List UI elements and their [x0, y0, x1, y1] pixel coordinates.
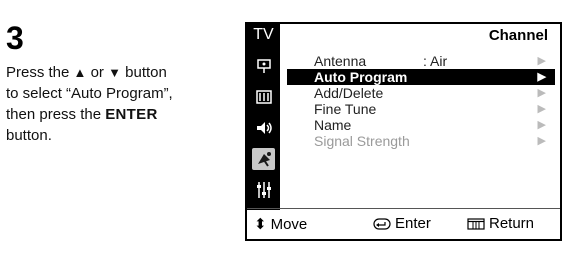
osd-footer: ⬍ Move Enter Return: [247, 208, 560, 239]
channel-satellite-icon[interactable]: [252, 148, 275, 170]
antenna-value: : Air: [423, 53, 448, 69]
menu-item-name[interactable]: Name ▶: [287, 117, 555, 133]
osd-sidebar: TV: [247, 24, 280, 210]
submenu-arrow-icon: ▶: [537, 87, 546, 99]
submenu-arrow-icon: ▶: [537, 103, 546, 115]
enter-keyword: ENTER: [105, 106, 158, 123]
footer-return: Return: [467, 215, 534, 232]
menu-item-signal-strength[interactable]: Signal Strength ▶: [287, 133, 555, 149]
menu-item-fine-tune[interactable]: Fine Tune ▶: [287, 101, 555, 117]
instruction-line-1: Press the ▲ or ▼ button: [6, 62, 231, 83]
up-arrow-icon: ▲: [73, 65, 87, 80]
instruction-text: button: [120, 64, 167, 81]
instruction-line-4: button.: [6, 127, 52, 144]
instruction-text: or: [86, 64, 109, 81]
move-icon: ⬍: [254, 216, 267, 233]
instruction-text: Press the: [6, 64, 74, 81]
menu-item-auto-program[interactable]: Auto Program ▶: [287, 69, 555, 85]
channel-menu-list: Antenna : Air ▶ Auto Program ▶ Add/Delet…: [287, 53, 555, 149]
footer-move: ⬍ Move: [254, 215, 308, 234]
instruction-text: then press the: [6, 106, 106, 123]
picture-icon[interactable]: [252, 86, 275, 108]
setup-icon[interactable]: [252, 179, 275, 201]
sound-icon[interactable]: [252, 117, 275, 139]
enter-label: Enter: [395, 215, 431, 232]
antenna-input-icon[interactable]: [252, 55, 275, 77]
menu-item-label: Antenna: [314, 53, 367, 69]
return-label: Return: [489, 215, 535, 232]
menu-item-label: Add/Delete: [314, 85, 384, 101]
tv-osd-menu: TV Channel Antenna: Air ▶ Auto Program …: [245, 22, 562, 241]
menu-item-label: Fine Tune: [314, 101, 377, 117]
submenu-arrow-icon: ▶: [537, 71, 546, 83]
osd-title: Channel: [488, 27, 548, 44]
submenu-arrow-icon: ▶: [537, 55, 546, 67]
step-number: 3: [6, 20, 24, 56]
menu-item-add-delete[interactable]: Add/Delete ▶: [287, 85, 555, 101]
submenu-arrow-icon: ▶: [537, 135, 546, 147]
return-icon: [467, 217, 485, 230]
instruction-line-3: then press the ENTER: [6, 104, 231, 125]
down-arrow-icon: ▼: [108, 65, 121, 80]
menu-item-antenna[interactable]: Antenna : Air ▶: [287, 53, 555, 69]
menu-item-label: Signal Strength: [314, 133, 410, 149]
menu-item-label: Name: [314, 117, 352, 133]
step-instructions: Press the ▲ or ▼ button to select “Auto …: [6, 62, 231, 146]
enter-icon: [373, 217, 391, 230]
move-label: Move: [270, 215, 308, 233]
tv-label: TV: [253, 26, 274, 43]
submenu-arrow-icon: ▶: [537, 119, 546, 131]
menu-item-label: Auto Program: [314, 69, 408, 85]
instruction-line-2: to select “Auto Program”,: [6, 85, 173, 102]
footer-enter: Enter: [373, 215, 431, 232]
